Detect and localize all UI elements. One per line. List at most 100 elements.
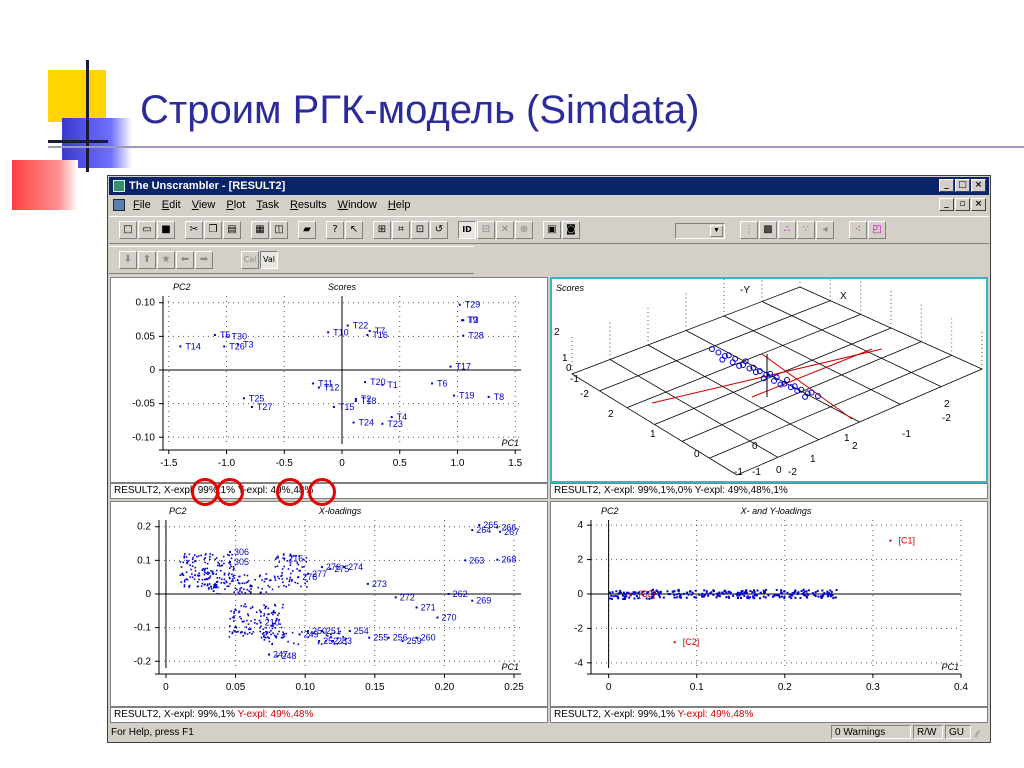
data-point xyxy=(332,406,335,408)
data-point xyxy=(705,592,708,595)
data-point xyxy=(182,561,185,564)
data-point xyxy=(622,598,625,601)
doc-minimize-button[interactable]: _ xyxy=(939,198,954,211)
scatter-color-icon[interactable]: ∴ xyxy=(778,221,796,239)
data-point xyxy=(461,319,464,322)
data-point xyxy=(759,597,762,600)
data-point xyxy=(715,349,722,356)
scatter-icon[interactable]: ▩ xyxy=(759,221,777,239)
data-point xyxy=(229,582,231,585)
grid-icon[interactable]: ⊟ xyxy=(477,221,495,239)
data-point xyxy=(675,596,678,599)
data-point xyxy=(239,616,241,618)
scores-plot[interactable]: -1.5 -1.0 -0.5 0 0.5 1.0 1.5 0.10 0.05 0 -0.05 -0.1… xyxy=(111,278,547,482)
menu-results[interactable]: Results xyxy=(290,196,327,214)
save-icon[interactable]: ■ xyxy=(157,221,175,239)
data-point xyxy=(265,591,268,593)
copy-icon[interactable]: ❐ xyxy=(204,221,222,239)
xloadings-status-yexpl: Y-expl: 49%,48% xyxy=(237,709,314,720)
pc-axes-icon[interactable]: ⋮ xyxy=(740,221,758,239)
star-icon[interactable]: ★ xyxy=(157,251,175,269)
scores-plot-panel[interactable]: -1.5 -1.0 -0.5 0 0.5 1.0 1.5 0.10 0.05 0 -0.05 -0.1… xyxy=(110,277,548,483)
data-point xyxy=(263,614,265,617)
data-point xyxy=(348,630,351,632)
point-label: T24 xyxy=(359,417,375,427)
data-point xyxy=(729,592,732,595)
data-point xyxy=(281,636,284,639)
point-label: T1 xyxy=(387,380,398,390)
plot-type-combo[interactable]: ▼ xyxy=(675,223,725,239)
doc-restore-button[interactable]: ▫ xyxy=(955,198,970,211)
xyloadings-plot[interactable]: 0 0.1 0.2 0.3 0.4 4 2 0 -2 -4 PC2 X- and Y-loadings… xyxy=(551,502,987,706)
xloadings-plot[interactable]: 0 0.05 0.10 0.15 0.20 0.250.20.10-0.1-0.2PC2 X… xyxy=(111,502,547,706)
data-point xyxy=(786,591,789,594)
scores3d-plot-panel[interactable]: Scores -Y X 2 1 0 -1 -2 2 1 0 -1 2 1 0 -1 -2 2 1 0 -1 -2 xyxy=(550,277,988,483)
zoom-icon[interactable]: ⊡ xyxy=(411,221,429,239)
menu-window[interactable]: Window xyxy=(338,196,377,214)
data-point xyxy=(223,562,225,565)
id-icon[interactable]: ID xyxy=(458,221,476,239)
doc-close-button[interactable]: × xyxy=(971,198,986,211)
chevron-down-icon[interactable]: ▼ xyxy=(710,225,723,237)
edit-icon[interactable]: ▰ xyxy=(298,221,316,239)
right-arrow-icon[interactable]: ➡ xyxy=(195,251,213,269)
data-point xyxy=(673,593,676,596)
context-help-icon[interactable]: ↖ xyxy=(345,221,363,239)
data-point xyxy=(690,593,693,596)
print-preview-icon[interactable]: ◫ xyxy=(270,221,288,239)
zoom-window-icon[interactable]: ⊞ xyxy=(373,221,391,239)
left-arrow-icon[interactable]: ⬅ xyxy=(176,251,194,269)
xloadings-plot-panel[interactable]: 0 0.05 0.10 0.15 0.20 0.25 0.2 0.1 0 -0.1 -0.2 PC2 X… xyxy=(110,501,548,707)
data-point xyxy=(710,591,713,594)
help-icon[interactable]: ? xyxy=(326,221,344,239)
cal-icon[interactable]: Cal xyxy=(241,251,259,269)
window-titlebar[interactable]: The Unscrambler - [RESULT2] _ □ × xyxy=(109,177,989,195)
point-label: 255 xyxy=(373,633,388,643)
minimize-button[interactable]: _ xyxy=(939,179,954,192)
close-button[interactable]: × xyxy=(971,179,986,192)
xyloadings-plot-panel[interactable]: 0 0.1 0.2 0.3 0.4 4 2 0 -2 -4 PC2 X- and Y-loadings… xyxy=(550,501,988,707)
data-point xyxy=(248,631,251,634)
new-icon[interactable]: □ xyxy=(119,221,137,239)
print-icon[interactable]: ▦ xyxy=(251,221,269,239)
data-point xyxy=(241,620,244,623)
val-icon[interactable]: Val xyxy=(260,251,278,269)
target-icon[interactable]: ⊕ xyxy=(515,221,533,239)
data-point xyxy=(283,633,285,636)
y-variable-label: [C1] xyxy=(899,536,916,546)
up-arrow-icon[interactable]: ⬆ xyxy=(138,251,156,269)
refresh-icon[interactable]: ↺ xyxy=(430,221,448,239)
point-label: 272 xyxy=(400,592,415,602)
cross-icon[interactable]: ✕ xyxy=(496,221,514,239)
data-point xyxy=(368,329,371,332)
x-tick-label: 0.05 xyxy=(226,682,246,693)
data-point xyxy=(635,595,638,598)
marker-icon[interactable]: ◙ xyxy=(562,221,580,239)
menu-file[interactable]: File xyxy=(133,196,151,214)
dots-icon[interactable]: ⁖ xyxy=(849,221,867,239)
menu-view[interactable]: View xyxy=(192,196,216,214)
menu-task[interactable]: Task xyxy=(256,196,279,214)
data-point xyxy=(216,577,219,579)
menu-edit[interactable]: Edit xyxy=(162,196,181,214)
cut-icon[interactable]: ✂ xyxy=(185,221,203,239)
maximize-button[interactable]: □ xyxy=(955,179,970,192)
down-arrow-icon[interactable]: ⬇ xyxy=(119,251,137,269)
box-select-icon[interactable]: ◰ xyxy=(868,221,886,239)
zoom-fit-icon[interactable]: ⌗ xyxy=(392,221,410,239)
layout-icon[interactable]: ▣ xyxy=(543,221,561,239)
data-point xyxy=(263,635,265,638)
data-point xyxy=(286,577,288,580)
x-tick-label: -0.5 xyxy=(276,458,294,469)
open-icon[interactable]: ▭ xyxy=(138,221,156,239)
resize-grip-icon[interactable]: ⁄⁄ xyxy=(976,728,988,740)
data-point xyxy=(297,576,300,579)
document-icon[interactable] xyxy=(113,199,125,211)
scatter-select-icon[interactable]: ∵ xyxy=(797,221,815,239)
menu-plot[interactable]: Plot xyxy=(226,196,245,214)
arrow-left-plot-icon[interactable]: ◂ xyxy=(816,221,834,239)
scores3d-plot[interactable]: Scores -YX210-1-2210-1210-1-2210-1 -2 xyxy=(552,279,986,481)
paste-icon[interactable]: ▤ xyxy=(223,221,241,239)
menu-help[interactable]: Help xyxy=(388,196,411,214)
data-point xyxy=(233,615,235,618)
